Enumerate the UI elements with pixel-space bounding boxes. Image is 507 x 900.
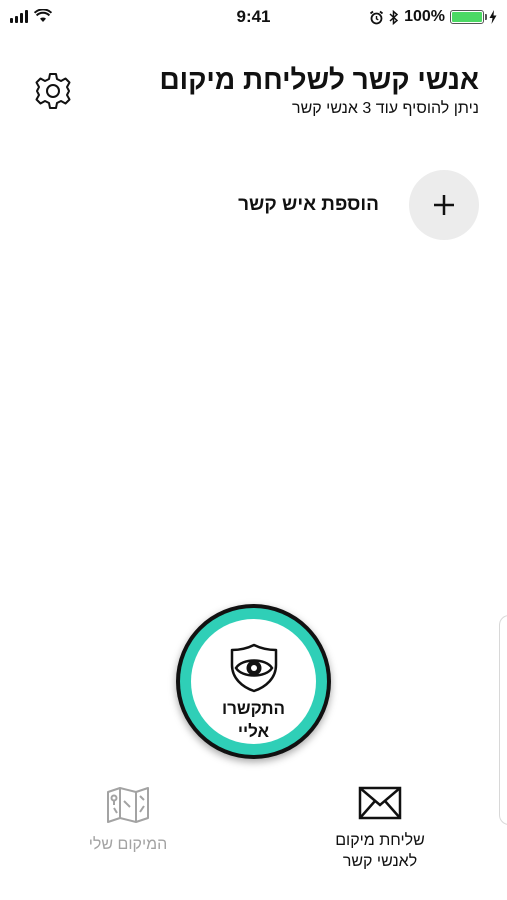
bluetooth-icon: [389, 9, 399, 25]
battery-icon: [450, 10, 487, 24]
map-icon: [107, 787, 149, 823]
tab-send-location-label: שליחת מיקום לאנשי קשר: [300, 830, 460, 872]
call-me-label: התקשרו אליי: [191, 697, 316, 743]
call-me-inner: התקשרו אליי: [191, 619, 316, 744]
side-drawer-handle[interactable]: [499, 615, 507, 825]
call-me-button[interactable]: התקשרו אליי: [176, 604, 331, 759]
add-contact-button[interactable]: הוספת איש קשר: [238, 170, 479, 240]
page-subtitle: ניתן להוסיף עוד 3 אנשי קשר: [292, 100, 479, 117]
tab-send-location-line2: לאנשי קשר: [342, 853, 418, 870]
battery-fill: [452, 12, 482, 22]
call-me-line1: התקשרו: [221, 699, 286, 718]
gear-icon: [35, 73, 71, 109]
tab-my-location-label: המיקום שלי: [88, 836, 168, 853]
call-me-line2: אליי: [237, 722, 270, 741]
alarm-icon: [370, 10, 384, 24]
add-contact-circle[interactable]: [409, 170, 479, 240]
shield-eye-icon: [230, 643, 277, 693]
add-contact-label: הוספת איש קשר: [238, 194, 379, 215]
plus-icon: [434, 195, 454, 215]
settings-button[interactable]: [32, 70, 74, 112]
envelope-icon: [358, 786, 402, 820]
tab-send-location-line1: שליחת מיקום: [335, 832, 425, 849]
status-bar: 9:41 100%: [0, 0, 507, 34]
page-title: אנשי קשר לשליחת מיקום: [159, 64, 479, 95]
charging-icon: [489, 10, 497, 24]
tab-send-location[interactable]: שליחת מיקום לאנשי קשר: [300, 786, 460, 872]
tab-my-location[interactable]: המיקום שלי: [48, 786, 208, 855]
status-right: 100%: [369, 8, 497, 26]
battery-percent: 100%: [404, 8, 445, 25]
